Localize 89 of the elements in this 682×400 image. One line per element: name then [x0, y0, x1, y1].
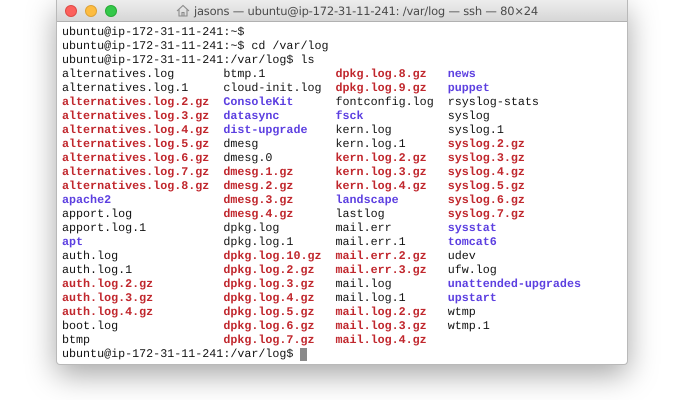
directory-name: dist-upgrade	[223, 123, 308, 137]
archive-name: alternatives.log.6.gz	[62, 151, 210, 165]
archive-name: alternatives.log.4.gz	[62, 123, 210, 137]
file-name: syslog.1	[448, 123, 504, 137]
directory-name: tomcat6	[448, 235, 497, 249]
terminal-line: ubuntu@ip-172-31-11-241:~$ cd /var/log	[62, 39, 330, 53]
archive-name: dpkg.log.8.gz	[336, 67, 427, 81]
archive-name: dpkg.log.2.gz	[223, 263, 314, 277]
archive-name: syslog.7.gz	[448, 207, 525, 221]
file-name: kern.log	[336, 123, 392, 137]
file-name: syslog	[448, 109, 490, 123]
file-name: dpkg.log	[223, 221, 280, 235]
archive-name: kern.log.4.gz	[336, 179, 427, 193]
file-name: kern.log.1	[336, 137, 406, 151]
file-name: mail.err.1	[336, 235, 406, 249]
file-name: dpkg.log.1	[223, 235, 294, 249]
archive-name: dpkg.log.4.gz	[223, 291, 314, 305]
archive-name: syslog.6.gz	[448, 193, 525, 207]
file-name: mail.log.1	[336, 291, 406, 305]
archive-name: alternatives.log.3.gz	[62, 109, 210, 123]
file-name: boot.log	[62, 319, 118, 333]
archive-name: syslog.5.gz	[448, 179, 525, 193]
directory-name: news	[448, 67, 476, 81]
file-name: wtmp	[448, 305, 476, 319]
file-name: wtmp.1	[448, 319, 490, 333]
file-name: mail.err	[336, 221, 392, 235]
archive-name: alternatives.log.7.gz	[62, 165, 210, 179]
minimize-button[interactable]	[85, 4, 97, 16]
archive-name: dmesg.3.gz	[223, 193, 294, 207]
file-name: lastlog	[336, 207, 385, 221]
file-name: ufw.log	[448, 263, 497, 277]
file-name: btmp	[62, 333, 90, 347]
file-name: alternatives.log	[62, 67, 174, 81]
archive-name: auth.log.4.gz	[62, 305, 154, 319]
directory-name: unattended-upgrades	[448, 277, 581, 291]
text-cursor	[300, 348, 308, 360]
archive-name: alternatives.log.2.gz	[62, 95, 210, 109]
file-name: cloud-init.log	[223, 81, 322, 95]
home-icon	[176, 4, 190, 17]
archive-name: syslog.4.gz	[448, 165, 525, 179]
close-button[interactable]	[65, 4, 77, 16]
archive-name: auth.log.2.gz	[62, 277, 154, 291]
directory-name: puppet	[448, 81, 490, 95]
directory-name: ConsoleKit	[223, 95, 294, 109]
file-name: apport.log	[62, 207, 132, 221]
file-name: dmesg	[223, 137, 258, 151]
archive-name: dpkg.log.9.gz	[336, 81, 427, 95]
archive-name: alternatives.log.8.gz	[62, 179, 210, 193]
archive-name: mail.err.2.gz	[336, 249, 427, 263]
file-name: dmesg.0	[223, 151, 272, 165]
archive-name: mail.err.3.gz	[336, 263, 427, 277]
directory-name: landscape	[336, 193, 399, 207]
file-name: fontconfig.log	[336, 95, 434, 109]
file-name: udev	[448, 249, 476, 263]
directory-name: fsck	[336, 109, 364, 123]
archive-name: mail.log.4.gz	[336, 333, 427, 347]
file-name: btmp.1	[223, 67, 266, 81]
archive-name: dmesg.1.gz	[223, 165, 294, 179]
archive-name: dpkg.log.6.gz	[223, 319, 314, 333]
directory-name: apt	[62, 235, 84, 249]
file-name: mail.log	[336, 277, 392, 291]
archive-name: dpkg.log.7.gz	[223, 333, 314, 347]
terminal-prompt: ubuntu@ip-172-31-11-241:/var/log$	[62, 347, 294, 361]
file-name: alternatives.log.1	[62, 81, 188, 95]
archive-name: syslog.3.gz	[448, 151, 525, 165]
archive-name: kern.log.2.gz	[336, 151, 427, 165]
archive-name: kern.log.3.gz	[336, 165, 427, 179]
archive-name: mail.log.3.gz	[336, 319, 427, 333]
archive-name: auth.log.3.gz	[62, 291, 154, 305]
file-name: apport.log.1	[62, 221, 146, 235]
archive-name: mail.log.2.gz	[336, 305, 427, 319]
archive-name: dpkg.log.10.gz	[223, 249, 322, 263]
terminal-line: ubuntu@ip-172-31-11-241:/var/log$ ls	[62, 53, 316, 67]
file-name: rsyslog-stats	[448, 95, 539, 109]
archive-name: dpkg.log.3.gz	[223, 277, 314, 291]
file-name: auth.log.1	[62, 263, 132, 277]
directory-name: sysstat	[448, 221, 497, 235]
archive-name: dmesg.2.gz	[223, 179, 294, 193]
directory-name: upstart	[448, 291, 497, 305]
directory-name: datasync	[223, 109, 280, 123]
directory-name: apache2	[62, 193, 112, 207]
window-title: jasons — ubuntu@ip-172-31-11-241: /var/log — ssh — 80×24	[194, 4, 538, 18]
archive-name: alternatives.log.5.gz	[62, 137, 210, 151]
terminal-line: ubuntu@ip-172-31-11-241:~$	[62, 25, 246, 39]
file-name: auth.log	[62, 249, 118, 263]
zoom-button[interactable]	[105, 4, 117, 16]
archive-name: dmesg.4.gz	[223, 207, 294, 221]
archive-name: dpkg.log.5.gz	[223, 305, 314, 319]
archive-name: syslog.2.gz	[448, 137, 525, 151]
